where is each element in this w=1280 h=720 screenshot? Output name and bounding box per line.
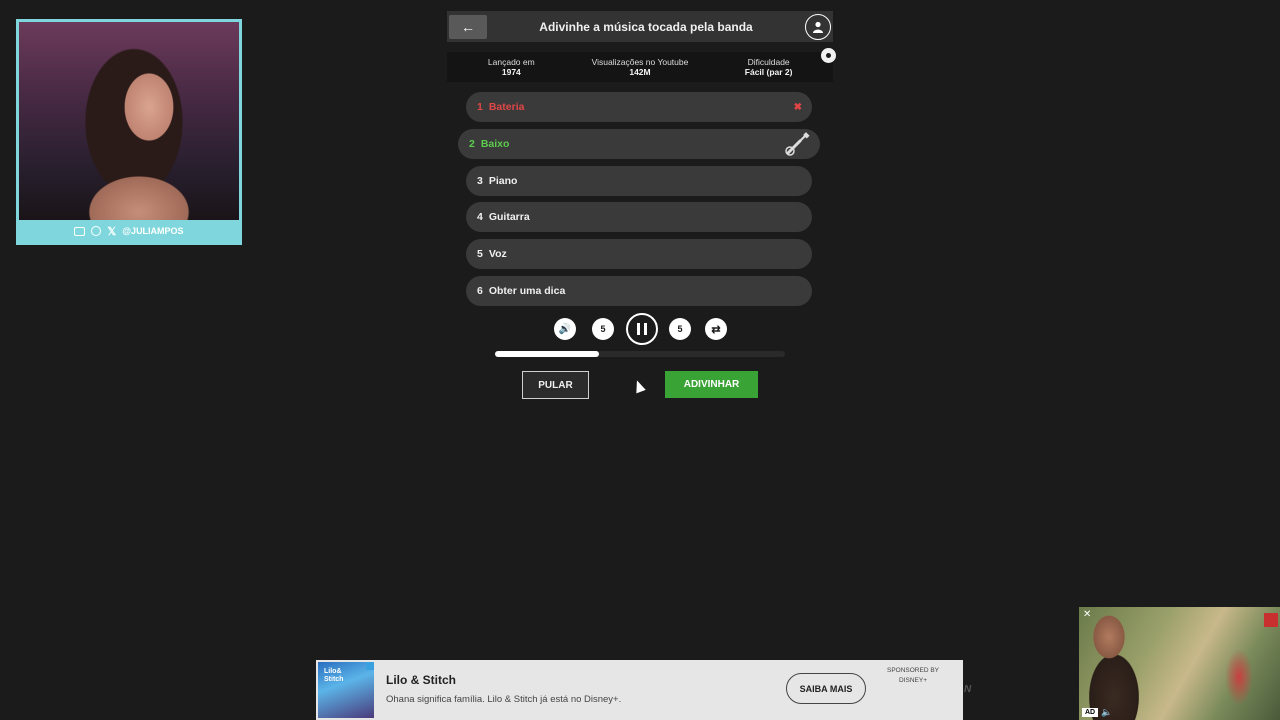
- option-number: 4: [477, 211, 483, 223]
- release-label: Lançado em: [487, 57, 535, 67]
- webcam-handle: @JULIAMPOS: [122, 226, 184, 236]
- shuffle-icon: ⇄: [711, 323, 721, 336]
- back-button[interactable]: ←: [449, 14, 487, 39]
- forward-icon: 5: [677, 324, 683, 334]
- option-number: 3: [477, 175, 483, 187]
- user-icon: [813, 21, 823, 33]
- option-piano[interactable]: 3 Piano: [466, 166, 812, 196]
- option-guitar[interactable]: 4 Guitarra: [466, 202, 812, 232]
- youtube-icon: [74, 226, 86, 236]
- ad-sponsor-line2: DISNEY+: [899, 677, 927, 684]
- option-label: Bateria: [488, 101, 525, 113]
- option-drums[interactable]: 1 Bateria ✖: [466, 92, 812, 122]
- progress-fill: [495, 351, 600, 357]
- user-button[interactable]: [805, 13, 831, 40]
- option-label: Obter uma dica: [488, 285, 566, 297]
- option-number: 1: [477, 101, 483, 113]
- bass-guitar-icon: [785, 132, 810, 156]
- ad-thumbnail[interactable]: Lilo& Stitch: [318, 662, 374, 718]
- option-number: 2: [469, 138, 475, 150]
- x-icon: 𝕏: [107, 225, 117, 238]
- ad-description: Ohana significa família. Lilo & Stitch j…: [386, 694, 622, 705]
- option-label: Piano: [488, 175, 518, 187]
- game-header: ← Adivinhe a música tocada pela banda: [447, 11, 833, 42]
- option-number: 5: [477, 248, 483, 260]
- brand-logo-icon: [1264, 613, 1278, 627]
- arrow-left-icon: ←: [461, 18, 475, 35]
- option-number: 6: [477, 285, 483, 297]
- views-info: Visualizações no Youtube 142M: [580, 57, 700, 77]
- shuffle-button[interactable]: ⇄: [705, 318, 727, 340]
- volume-button[interactable]: 🔊: [554, 318, 576, 340]
- side-logo-icon: N: [964, 684, 972, 695]
- option-label: Guitarra: [488, 211, 530, 223]
- difficulty-value: Fácil (par 2): [744, 67, 793, 77]
- volume-icon: 🔊: [558, 323, 572, 335]
- playback-progress[interactable]: [495, 351, 785, 357]
- wrong-mark-icon: ✖: [793, 101, 802, 113]
- option-vocals[interactable]: 5 Voz: [466, 239, 812, 269]
- ad-thumb-title-line1: Lilo&: [324, 668, 342, 675]
- video-ad[interactable]: ✕ AD 🔈: [1079, 607, 1280, 720]
- release-info: Lançado em 1974: [451, 57, 571, 77]
- ad-banner[interactable]: Lilo& Stitch Lilo & Stitch Ohana signifi…: [316, 660, 963, 720]
- ad-cta-button[interactable]: SAIBA MAIS: [786, 673, 866, 704]
- option-label: Voz: [488, 248, 507, 260]
- mouse-cursor: [632, 378, 646, 394]
- difficulty-label: Dificuldade: [747, 57, 790, 67]
- option-hint[interactable]: 6 Obter uma dica: [466, 276, 812, 306]
- forward-5-button[interactable]: 5: [669, 318, 691, 340]
- pause-icon: [637, 323, 647, 335]
- mute-icon[interactable]: 🔈: [1101, 707, 1112, 718]
- views-label: Visualizações no Youtube: [591, 57, 689, 67]
- release-value: 1974: [501, 67, 521, 77]
- webcam-social-bar: 𝕏 @JULIAMPOS: [19, 220, 239, 242]
- option-label: Baixo: [480, 138, 510, 150]
- option-bass[interactable]: 2 Baixo: [458, 129, 820, 159]
- adchoices-icon[interactable]: [366, 662, 374, 670]
- views-value: 142M: [629, 67, 651, 77]
- guess-button[interactable]: ADIVINHAR: [665, 371, 758, 398]
- rewind-icon: 5: [600, 324, 606, 334]
- ad-badge: AD: [1082, 708, 1099, 717]
- webcam-overlay: 𝕏 @JULIAMPOS: [16, 19, 242, 245]
- ad-sponsor: SPONSORED BY DISNEY+: [880, 666, 946, 686]
- page-title: Adivinhe a música tocada pela banda: [539, 19, 753, 34]
- pause-button[interactable]: [626, 313, 658, 345]
- difficulty-info: Dificuldade Fácil (par 2): [709, 57, 829, 77]
- webcam-feed: [19, 22, 239, 220]
- ad-title: Lilo & Stitch: [386, 673, 456, 687]
- instagram-icon: [91, 226, 102, 236]
- close-icon[interactable]: ✕: [1083, 609, 1091, 620]
- ad-sponsor-line1: SPONSORED BY: [886, 667, 939, 674]
- rewind-5-button[interactable]: 5: [592, 318, 614, 340]
- settings-gear-icon[interactable]: [821, 48, 836, 63]
- skip-button[interactable]: PULAR: [522, 371, 589, 399]
- ad-thumb-title-line2: Stitch: [324, 676, 344, 683]
- song-info-bar: Lançado em 1974 Visualizações no Youtube…: [447, 52, 833, 82]
